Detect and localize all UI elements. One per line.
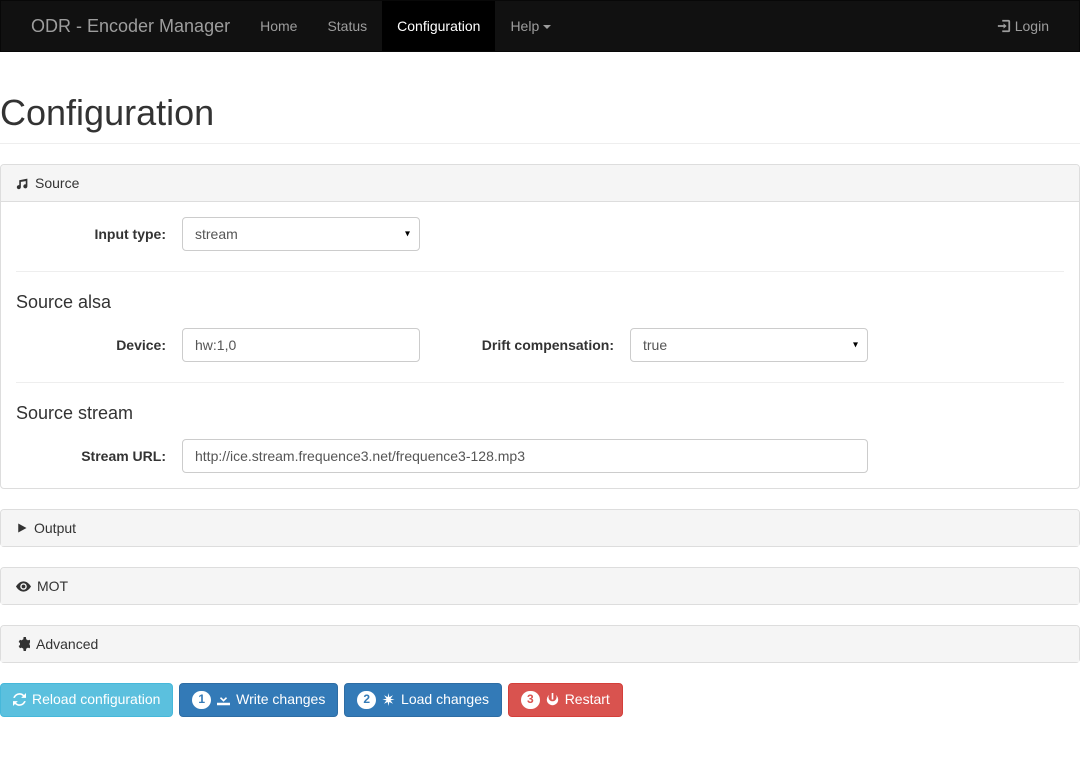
panel-output-title: Output (34, 520, 76, 536)
restart-label: Restart (565, 690, 610, 710)
nav-status[interactable]: Status (312, 1, 382, 51)
caret-down-icon (543, 25, 551, 29)
source-stream-title: Source stream (16, 403, 1064, 424)
panel-mot-title: MOT (37, 578, 68, 594)
gear-icon (16, 637, 30, 651)
download-icon (217, 693, 230, 706)
nav-help[interactable]: Help (495, 1, 566, 51)
restart-button[interactable]: 3 Restart (508, 683, 623, 717)
write-changes-button[interactable]: 1 Write changes (179, 683, 338, 717)
nav-login-label: Login (1015, 18, 1049, 34)
music-icon (16, 177, 29, 190)
reload-configuration-button[interactable]: Reload configuration (0, 683, 173, 717)
panel-output: Output (0, 509, 1080, 547)
nav-configuration[interactable]: Configuration (382, 1, 495, 51)
divider (16, 271, 1064, 272)
restart-badge: 3 (521, 691, 540, 709)
write-label: Write changes (236, 690, 325, 710)
panel-source-heading[interactable]: Source (1, 165, 1079, 202)
load-label: Load changes (401, 690, 489, 710)
divider (16, 382, 1064, 383)
drift-select[interactable]: true (630, 328, 868, 362)
eye-icon (16, 581, 31, 592)
nav-home[interactable]: Home (245, 1, 312, 51)
asterisk-icon (382, 693, 395, 706)
panel-output-heading[interactable]: Output (1, 510, 1079, 546)
brand[interactable]: ODR - Encoder Manager (16, 3, 245, 50)
device-input[interactable] (182, 328, 420, 362)
input-type-label: Input type: (16, 226, 182, 242)
action-button-row: Reload configuration 1 Write changes 2 L… (0, 683, 1080, 717)
refresh-icon (13, 693, 26, 706)
page-header: Configuration (0, 52, 1080, 144)
panel-mot-heading[interactable]: MOT (1, 568, 1079, 604)
panel-advanced: Advanced (0, 625, 1080, 663)
write-badge: 1 (192, 691, 211, 709)
panel-source-title: Source (35, 175, 79, 191)
panel-advanced-title: Advanced (36, 636, 98, 652)
load-badge: 2 (357, 691, 376, 709)
input-type-select[interactable]: stream (182, 217, 420, 251)
power-icon (546, 693, 559, 706)
stream-url-label: Stream URL: (16, 448, 182, 464)
panel-mot: MOT (0, 567, 1080, 605)
drift-label: Drift compensation: (420, 337, 630, 353)
load-changes-button[interactable]: 2 Load changes (344, 683, 502, 717)
panel-advanced-heading[interactable]: Advanced (1, 626, 1079, 662)
device-label: Device: (16, 337, 182, 353)
page-title: Configuration (0, 92, 1080, 134)
stream-url-input[interactable] (182, 439, 868, 473)
login-icon (997, 19, 1011, 33)
reload-label: Reload configuration (32, 690, 160, 710)
navbar: ODR - Encoder Manager Home Status Config… (0, 0, 1080, 52)
nav-login[interactable]: Login (982, 3, 1064, 49)
source-alsa-title: Source alsa (16, 292, 1064, 313)
panel-source: Source Input type: stream Source alsa De… (0, 164, 1080, 489)
nav-help-label: Help (510, 18, 539, 34)
play-icon (16, 522, 28, 534)
